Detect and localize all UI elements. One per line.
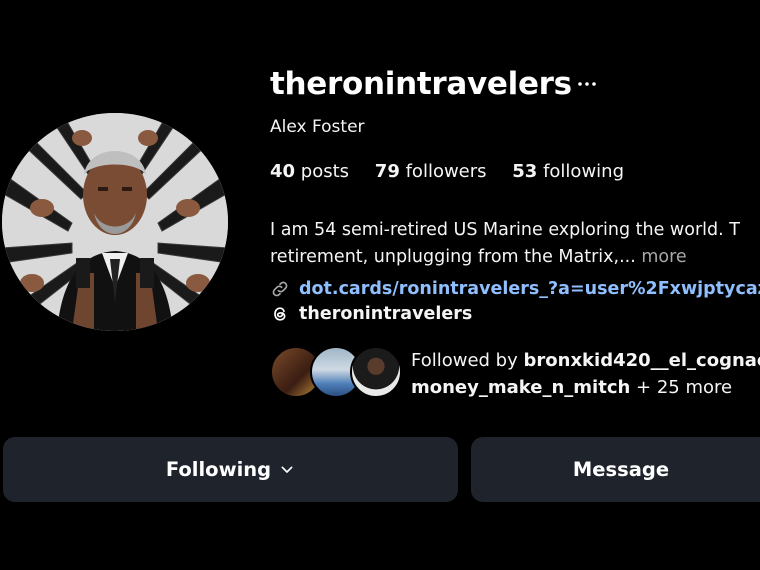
threads-icon xyxy=(270,304,290,324)
following-button[interactable]: Following xyxy=(3,437,458,502)
profile-link[interactable]: dot.cards/ronintravelers_?a=user%2Fxwjpt… xyxy=(299,279,760,299)
followers-label: followers xyxy=(405,161,487,182)
profile-avatar[interactable] xyxy=(2,113,228,331)
followed-by-avatars[interactable] xyxy=(270,346,406,398)
following-stat[interactable]: 53 following xyxy=(512,161,624,182)
following-label: following xyxy=(543,161,624,182)
message-button[interactable]: Message xyxy=(471,437,760,502)
following-count: 53 xyxy=(512,161,538,182)
chevron-down-icon xyxy=(279,462,295,478)
following-button-label: Following xyxy=(165,458,272,481)
posts-stat: 40 posts xyxy=(270,161,349,182)
followers-stat[interactable]: 79 followers xyxy=(375,161,487,182)
message-button-label: Message xyxy=(572,458,670,481)
bio-line-1: I am 54 semi-retired US Marine exploring… xyxy=(270,220,740,240)
followers-count: 79 xyxy=(374,161,400,182)
link-icon xyxy=(270,279,290,299)
followed-by-suffix: + 25 more xyxy=(636,377,733,398)
avatar-image xyxy=(2,113,228,331)
followed-by-user-1: bronxkid420__el_cognac, xyxy=(523,350,760,371)
more-horizontal-icon xyxy=(578,82,596,86)
followed-by-user-2: money_make_n_mitch xyxy=(411,377,631,398)
bio-line-2: retirement, unplugging from the Matrix,.… xyxy=(270,247,636,267)
followed-by-prefix: Followed by xyxy=(411,350,518,371)
bio-line-2-wrap: retirement, unplugging from the Matrix,.… xyxy=(270,244,740,271)
bio-more-link[interactable]: more xyxy=(641,247,686,267)
profile-link-row: dot.cards/ronintravelers_?a=user%2Fxwjpt… xyxy=(270,279,760,299)
posts-count: 40 xyxy=(270,161,296,182)
profile-username: theronintravelers xyxy=(270,66,572,102)
profile-full-name: Alex Foster xyxy=(270,117,365,137)
profile-bio: I am 54 semi-retired US Marine exploring… xyxy=(270,217,740,271)
followed-by-text[interactable]: Followed by bronxkid420__el_cognac, mone… xyxy=(411,347,760,401)
threads-badge[interactable]: theronintravelers xyxy=(270,304,472,324)
profile-stats: 40 posts 79 followers 53 following xyxy=(270,161,644,182)
more-options-button[interactable] xyxy=(575,72,599,96)
posts-label: posts xyxy=(300,161,350,182)
threads-handle: theronintravelers xyxy=(299,304,473,324)
follower-avatar xyxy=(350,346,402,398)
